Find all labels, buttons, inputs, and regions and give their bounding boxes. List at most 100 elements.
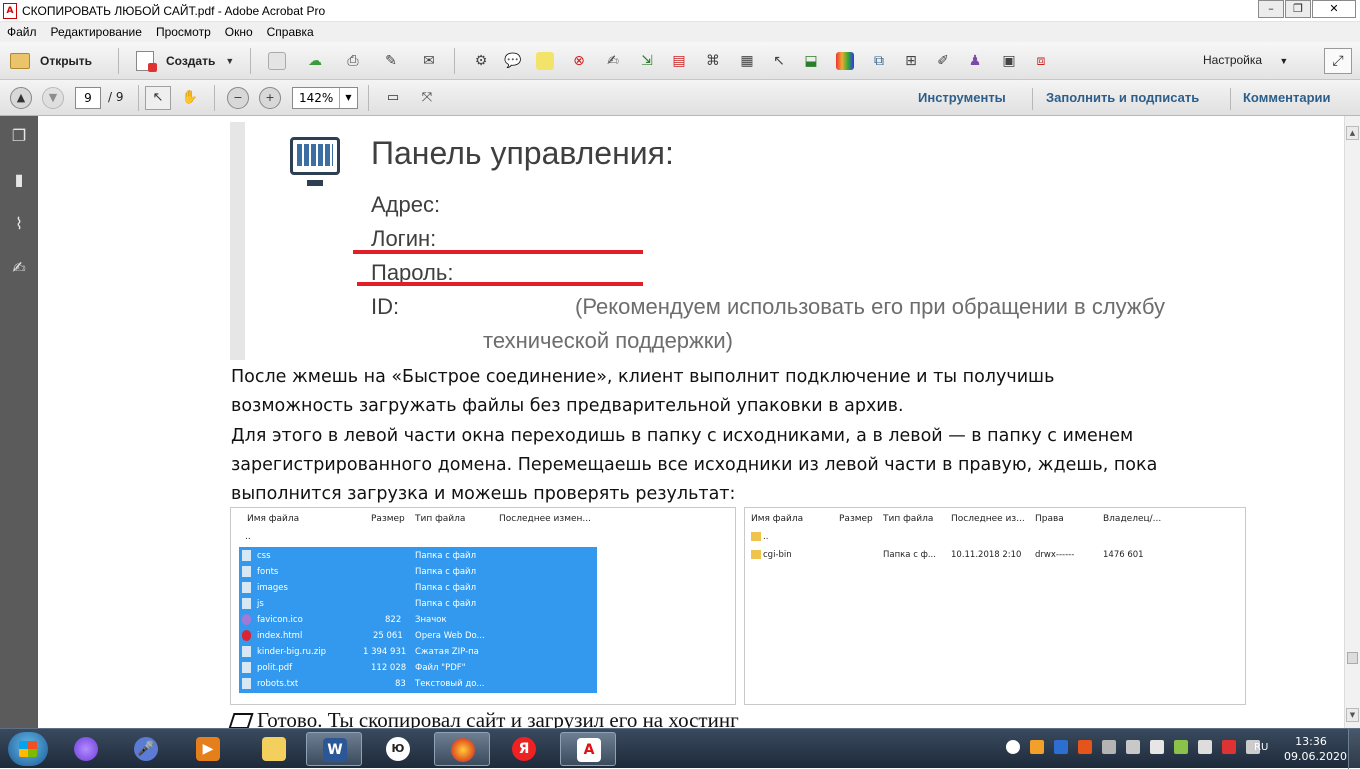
- tray-app-icon[interactable]: [1078, 740, 1092, 754]
- comments-pane-link[interactable]: Комментарии: [1243, 90, 1331, 105]
- column-header[interactable]: Последнее из...: [951, 514, 1025, 524]
- highlight-icon[interactable]: [536, 52, 554, 70]
- list-item[interactable]: images Папка с файл: [239, 580, 589, 596]
- taskbar-alice[interactable]: [58, 732, 114, 766]
- menu-window[interactable]: Окно: [218, 25, 260, 39]
- list-item[interactable]: polit.pdf 112 028 Файл "PDF": [239, 660, 589, 676]
- tray-app-icon[interactable]: [1030, 740, 1044, 754]
- delete-pages-icon[interactable]: ⊗: [570, 52, 588, 70]
- hand-tool-icon[interactable]: ✋: [177, 86, 203, 110]
- list-item[interactable]: robots.txt 83 Текстовый до...: [239, 676, 589, 692]
- open-button[interactable]: Открыть: [10, 49, 92, 73]
- menu-help[interactable]: Справка: [260, 25, 321, 39]
- list-item[interactable]: index.html 25 061 Opera Web Do...: [239, 628, 589, 644]
- taskbar-explorer[interactable]: [246, 732, 302, 766]
- tools-pane-link[interactable]: Инструменты: [918, 90, 1006, 105]
- page-number-input[interactable]: 9: [75, 87, 101, 109]
- annotate-icon[interactable]: ✐: [934, 52, 952, 70]
- language-indicator[interactable]: RU: [1254, 742, 1268, 753]
- color-icon[interactable]: [836, 52, 854, 70]
- compare-icon[interactable]: ⧉: [870, 52, 888, 70]
- print-icon[interactable]: ⎙: [344, 52, 362, 70]
- taskbar-firefox[interactable]: [434, 732, 490, 766]
- network-icon[interactable]: [1198, 740, 1212, 754]
- tray-app-icon[interactable]: [1054, 740, 1068, 754]
- column-header[interactable]: Владелец/...: [1103, 514, 1161, 524]
- parent-folder-row[interactable]: ..: [763, 532, 768, 542]
- column-header[interactable]: Размер: [839, 514, 873, 524]
- taskbar-acrobat[interactable]: A: [560, 732, 616, 766]
- list-item[interactable]: js Папка с файл: [239, 596, 589, 612]
- comment-icon[interactable]: 💬: [504, 52, 522, 70]
- menu-file[interactable]: Файл: [0, 25, 44, 39]
- restore-button[interactable]: ❐: [1285, 0, 1311, 18]
- scroll-down-icon[interactable]: ▼: [1346, 708, 1359, 722]
- show-desktop-button[interactable]: [1348, 729, 1360, 769]
- bluetooth-icon[interactable]: [1102, 740, 1116, 754]
- fill-sign-pane-link[interactable]: Заполнить и подписать: [1046, 90, 1199, 105]
- menu-view[interactable]: Просмотр: [149, 25, 218, 39]
- column-header[interactable]: Тип файла: [415, 514, 465, 524]
- column-header[interactable]: Имя файла: [751, 514, 803, 524]
- parent-folder-row[interactable]: ..: [245, 532, 251, 542]
- vertical-scrollbar[interactable]: ▲ ▼: [1344, 116, 1360, 728]
- pages-icon[interactable]: ▦: [738, 52, 756, 70]
- scrollbar-thumb[interactable]: [1347, 652, 1358, 664]
- yandex-tray-icon[interactable]: [1006, 740, 1020, 754]
- scroll-up-icon[interactable]: ▲: [1346, 126, 1359, 140]
- create-button[interactable]: Создать ▼: [136, 49, 234, 73]
- taskbar-media-player[interactable]: ▶: [180, 732, 236, 766]
- list-item[interactable]: kinder-big.ru.zip 1 394 931 Сжатая ZIP-па: [239, 644, 589, 660]
- fullscreen-icon[interactable]: ⤢: [1324, 48, 1352, 74]
- next-page-icon[interactable]: ▼: [42, 87, 64, 109]
- flag-icon[interactable]: [1222, 740, 1236, 754]
- column-header[interactable]: Последнее измен...: [499, 514, 591, 524]
- export-icon[interactable]: ⇲: [638, 52, 656, 70]
- start-button[interactable]: [8, 732, 48, 766]
- clock[interactable]: 13:36 09.06.2020: [1284, 734, 1347, 764]
- tray-app-icon[interactable]: [1174, 740, 1188, 754]
- sign-icon[interactable]: ✍: [604, 52, 622, 70]
- fit-page-icon[interactable]: ▭: [380, 86, 406, 110]
- add-icon[interactable]: ⊞: [902, 52, 920, 70]
- select-cursor-icon[interactable]: ↖: [770, 52, 788, 70]
- save-icon[interactable]: [268, 52, 286, 70]
- menu-edit[interactable]: Редактирование: [44, 25, 149, 39]
- edit-document-icon[interactable]: ✎: [382, 52, 400, 70]
- folder-name[interactable]: cgi-bin: [763, 550, 792, 560]
- customize-dropdown[interactable]: Настройка ▼: [1203, 53, 1288, 67]
- taskbar-yandex-browser[interactable]: Я: [496, 732, 552, 766]
- list-item[interactable]: favicon.ico 822 Значок: [239, 612, 589, 628]
- list-item[interactable]: css Папка с файл: [239, 548, 589, 564]
- bookmark-icon[interactable]: ▮: [9, 170, 29, 192]
- column-header[interactable]: Размер: [371, 514, 405, 524]
- protect-icon[interactable]: ⧈: [1032, 52, 1050, 70]
- fit-width-icon[interactable]: ⤧: [414, 86, 440, 110]
- taskbar-mic[interactable]: 🎤: [118, 732, 174, 766]
- signature-icon[interactable]: ✍: [9, 258, 29, 280]
- close-button[interactable]: ✕: [1312, 0, 1356, 18]
- select-tool-icon[interactable]: ↖: [145, 86, 171, 110]
- volume-icon[interactable]: [1126, 740, 1140, 754]
- minimize-button[interactable]: –: [1258, 0, 1284, 18]
- stamp-icon[interactable]: ♟: [966, 52, 984, 70]
- previous-page-icon[interactable]: ▲: [10, 87, 32, 109]
- column-header[interactable]: Тип файла: [883, 514, 933, 524]
- redact-icon[interactable]: ⌘: [704, 52, 722, 70]
- zoom-in-icon[interactable]: +: [259, 87, 281, 109]
- form-icon[interactable]: ▤: [670, 52, 688, 70]
- taskbar-word[interactable]: W: [306, 732, 362, 766]
- notification-icon[interactable]: [1150, 740, 1164, 754]
- taskbar-yandex-ru[interactable]: Ю: [370, 732, 426, 766]
- gear-icon[interactable]: ⚙: [472, 52, 490, 70]
- attach-icon[interactable]: ⬓: [802, 52, 820, 70]
- window-icon[interactable]: ▣: [1000, 52, 1018, 70]
- page-thumbnails-icon[interactable]: ❐: [9, 126, 29, 148]
- zoom-select[interactable]: 142% ▼: [292, 87, 358, 109]
- list-item[interactable]: fonts Папка с файл: [239, 564, 589, 580]
- zoom-out-icon[interactable]: −: [227, 87, 249, 109]
- paperclip-icon[interactable]: ⌇: [9, 214, 29, 236]
- column-header[interactable]: Имя файла: [247, 514, 299, 524]
- column-header[interactable]: Права: [1035, 514, 1064, 524]
- email-icon[interactable]: ✉: [420, 52, 438, 70]
